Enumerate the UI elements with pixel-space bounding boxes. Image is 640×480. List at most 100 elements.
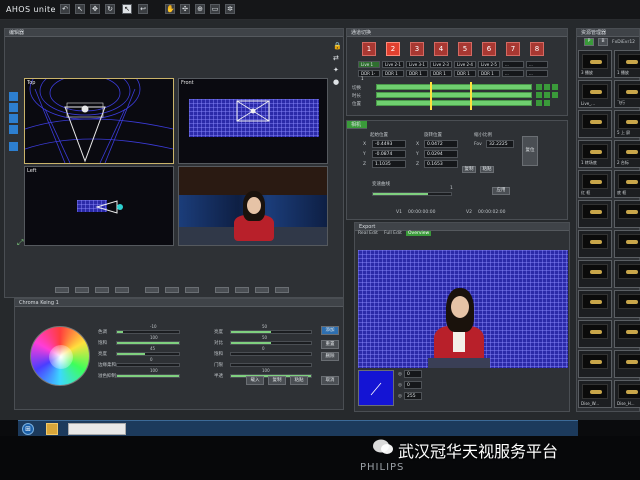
grab-icon[interactable]: ✥ [90,4,100,14]
library-item[interactable]: Dise_H... [614,380,640,408]
library-item[interactable] [614,290,640,318]
pos-x-field[interactable]: -0.4493 [372,140,406,148]
switch-marker[interactable] [430,82,432,110]
library-item[interactable]: 5 上 屏 [614,110,640,138]
source-row2-cell[interactable]: DDR 1 [454,70,476,77]
library-item[interactable] [578,350,612,378]
view-tool-icon[interactable] [9,92,18,101]
select-icon[interactable]: ↖ [122,4,132,14]
source-row1-cell[interactable]: Live 2-3 [430,61,452,68]
color-wheel[interactable] [30,326,90,386]
source-row2-cell[interactable]: ... [502,70,524,77]
speed-slider[interactable] [372,192,452,196]
chroma-cancel-button[interactable]: 取消 [321,376,339,385]
mini-btn[interactable] [552,92,558,98]
source-row1-cell[interactable]: Live 1 [358,61,380,68]
timeline-btn[interactable] [75,287,89,293]
library-item[interactable]: 红 框 [578,170,612,198]
source-row2-cell[interactable]: DDR 1 [430,70,452,77]
lock-icon[interactable]: 🔒 [333,40,343,52]
front-viewport[interactable]: Front [178,78,328,164]
timeline-btn[interactable] [115,287,129,293]
frame-icon[interactable]: ▭ [210,4,220,14]
library-item[interactable] [614,320,640,348]
timeline-btn[interactable] [215,287,229,293]
folder-icon[interactable] [46,423,58,435]
back-icon[interactable]: ↩ [138,4,148,14]
channel-button[interactable]: 6 [482,42,496,56]
library-tab-b[interactable]: B [598,38,608,46]
chroma-add-button[interactable]: 添加 [321,326,339,335]
library-item[interactable] [578,200,612,228]
snap-icon[interactable]: ✲ [225,4,235,14]
effect-icon[interactable]: ✦ [333,64,343,76]
chroma-paste-button[interactable]: 粘贴 [290,376,308,385]
library-item[interactable] [614,350,640,378]
rot-y-field[interactable]: 0.0294 [424,150,458,158]
library-item[interactable]: 底 框 [614,170,640,198]
switch-marker[interactable] [470,82,472,110]
chroma-reset-button[interactable]: 重置 [321,340,339,349]
preview-tab-1[interactable]: Full Edit [384,231,402,236]
library-item[interactable]: Dise_W... [578,380,612,408]
library-item[interactable] [614,260,640,288]
library-item[interactable]: 2 台标 [614,140,640,168]
settings-tool-icon[interactable] [9,142,18,151]
chroma-copy-button[interactable]: 复制 [268,376,286,385]
transform-apply-button[interactable]: 应用 [492,187,510,195]
source-row2-cell[interactable]: DDR 1 [382,70,404,77]
timeline-btn[interactable] [235,287,249,293]
chroma-right-slider[interactable] [230,341,312,345]
chroma-right-slider[interactable] [230,352,312,356]
mini-btn[interactable] [544,84,550,90]
chroma-load-button[interactable]: 载入 [246,376,264,385]
chroma-left-slider[interactable] [116,352,180,356]
windows-icon[interactable]: ⊞ [22,423,34,435]
rot-z-field[interactable]: 0.1653 [424,160,458,168]
library-item[interactable]: 1 播放 [614,50,640,78]
library-item[interactable] [578,320,612,348]
mini-btn[interactable] [544,100,550,106]
source-row1-cell[interactable]: Live 2-1 [382,61,404,68]
library-tab-p[interactable]: P [584,38,594,46]
key-param-1[interactable]: 0 [404,381,422,389]
channel-button[interactable]: 2 [386,42,400,56]
channel-button[interactable]: 4 [434,42,448,56]
rotate-icon[interactable]: ↻ [105,4,115,14]
chroma-left-slider[interactable] [116,363,180,367]
light-tool-icon[interactable] [9,114,18,123]
source-row1-cell[interactable]: ... [502,61,524,68]
camera-tool-icon[interactable] [9,103,18,112]
transform-paste-button[interactable]: 粘贴 [480,166,494,173]
source-row1-cell[interactable]: ... [526,61,548,68]
reset-button[interactable]: 复位 [522,136,538,166]
transform-tab[interactable]: 相机 [347,121,367,129]
channel-button[interactable]: 8 [530,42,544,56]
undo-icon[interactable]: ↶ [60,4,70,14]
mini-btn[interactable] [544,92,550,98]
library-item[interactable] [614,200,640,228]
chroma-left-slider[interactable] [116,374,180,378]
channel-button[interactable]: 5 [458,42,472,56]
source-row1-cell[interactable]: Live 3-1 [406,61,428,68]
chroma-delete-button[interactable]: 删除 [321,352,339,361]
source-row2-cell[interactable]: DDR 1 [478,70,500,77]
switch-bar-1[interactable] [376,84,532,90]
mini-btn[interactable] [536,92,542,98]
rot-x-field[interactable]: 0.0472 [424,140,458,148]
source-row2-cell[interactable]: ... [526,70,548,77]
top-viewport[interactable]: Top [24,58,174,164]
timeline-btn[interactable] [55,287,69,293]
fov-field[interactable]: 32.2225 [486,140,514,148]
timeline-btn[interactable] [95,287,109,293]
timeline-btn[interactable] [165,287,179,293]
switch-bar-3[interactable] [376,100,532,106]
library-tab-name[interactable]: FxDiEvr12 [612,40,635,45]
timeline-btn[interactable] [145,287,159,293]
source-row2-cell[interactable]: DDR 1 [406,70,428,77]
preview-tab-2[interactable]: Overview [406,231,432,236]
pos-y-field[interactable]: -0.0874 [372,150,406,158]
library-item[interactable] [578,230,612,258]
key-param-0[interactable]: 0 [404,370,422,378]
object-tool-icon[interactable] [9,125,18,134]
